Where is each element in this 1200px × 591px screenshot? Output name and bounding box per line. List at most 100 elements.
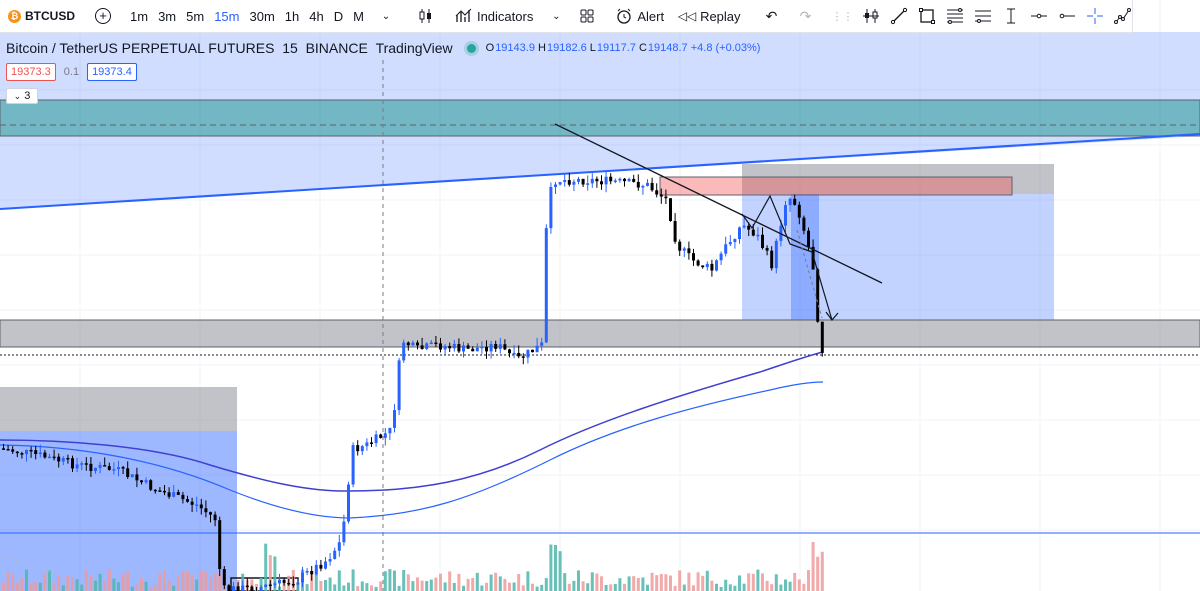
candle-body-35 (163, 490, 166, 493)
fib-icon[interactable] (944, 5, 966, 27)
path-icon[interactable] (1112, 5, 1134, 27)
candle-body-11 (52, 456, 56, 459)
timeframe-M[interactable]: M (348, 0, 369, 32)
resistance-zone-green[interactable] (0, 99, 1200, 137)
candle-body-138 (636, 181, 640, 188)
timeframe-dropdown[interactable]: ⌄ (369, 0, 403, 32)
position-target-zone[interactable] (742, 194, 1054, 320)
support-zone-gray[interactable] (0, 319, 1200, 348)
price-range-icon[interactable] (1000, 5, 1022, 27)
indicators-icon (455, 8, 472, 22)
undo-button[interactable]: ↶ (755, 0, 789, 32)
candle-body-27 (126, 468, 130, 478)
candle-body-126 (581, 178, 585, 185)
candle-body-107 (494, 343, 498, 349)
timeframe-1h[interactable]: 1h (280, 0, 304, 32)
candle-body-118 (544, 228, 548, 343)
demand-zone-gray[interactable] (0, 387, 237, 431)
horizontal-ray-icon[interactable] (1028, 5, 1050, 27)
candle-body-116 (535, 345, 539, 353)
candle-body-5 (25, 449, 28, 455)
replay-button[interactable]: ◁◁ Replay (670, 0, 746, 32)
indicators-toggle[interactable]: ⌄ 3 (6, 88, 38, 104)
candle-body-60 (278, 579, 281, 584)
volume-bar-129 (595, 573, 599, 591)
volume-bar-163 (751, 573, 755, 591)
price-chart[interactable] (0, 0, 1200, 591)
chart-type-button[interactable] (411, 0, 441, 32)
candle-body-66 (305, 570, 309, 573)
pitchfork-icon[interactable] (972, 5, 994, 27)
position-entry-highlight[interactable] (791, 194, 819, 320)
volume-bar-140 (646, 584, 649, 591)
candle-body-16 (75, 464, 79, 469)
candle-body-39 (181, 494, 185, 500)
buy-button[interactable]: 19373.4 (87, 63, 137, 81)
volume-bar-82 (379, 581, 383, 591)
trend-line-icon[interactable] (888, 5, 910, 27)
volume-bar-47 (218, 574, 222, 591)
candle-body-171 (788, 198, 792, 206)
candle-body-149 (687, 248, 691, 254)
timeframe-5m[interactable]: 5m (181, 0, 209, 32)
redo-icon: ↷ (799, 7, 812, 24)
timeframe-3m[interactable]: 3m (153, 0, 181, 32)
candle-body-37 (172, 492, 176, 497)
market-status-dot[interactable] (466, 43, 476, 53)
rectangle-icon[interactable] (916, 5, 938, 27)
candle-body-158 (728, 242, 732, 245)
candle-body-23 (107, 466, 111, 470)
candle-body-90 (416, 342, 419, 346)
candle-body-9 (43, 452, 47, 458)
volume-bar-75 (347, 582, 350, 591)
candle-body-125 (577, 178, 580, 182)
candle-body-151 (696, 260, 700, 266)
long-position-icon[interactable] (860, 5, 882, 27)
candle-body-50 (232, 586, 235, 591)
candle-body-166 (765, 247, 769, 251)
candle-body-62 (287, 582, 291, 585)
grip-icon[interactable]: ⋮⋮ (832, 5, 854, 27)
volume-bar-162 (747, 573, 751, 591)
indicators-button[interactable]: Indicators (449, 0, 539, 32)
volume-bar-152 (701, 575, 705, 591)
candle-body-26 (121, 467, 125, 469)
volume-bar-169 (779, 584, 783, 591)
instrument-title[interactable]: Bitcoin / TetherUS PERPETUAL FUTURES 15 … (0, 40, 453, 56)
volume-bar-126 (581, 581, 585, 591)
candle-body-135 (623, 178, 626, 182)
layout-button[interactable] (573, 0, 601, 32)
candle-body-13 (61, 457, 65, 462)
timeframe-15m[interactable]: 15m (209, 0, 244, 32)
red-supply-box[interactable] (659, 176, 1013, 196)
candle-body-92 (425, 343, 429, 349)
volume-bar-86 (397, 585, 401, 591)
timeframe-D[interactable]: D (329, 0, 348, 32)
volume-bar-31 (144, 581, 148, 591)
crosshair-icon[interactable] (1084, 5, 1106, 27)
volume-bar-99 (457, 573, 461, 591)
volume-bar-174 (802, 583, 806, 591)
candle-body-117 (540, 342, 544, 346)
volume-bar-101 (466, 578, 470, 591)
alert-button[interactable]: Alert (609, 0, 670, 32)
volume-bar-175 (807, 570, 810, 591)
redo-button[interactable]: ↷ (789, 0, 823, 32)
horizontal-line-icon[interactable] (1056, 5, 1078, 27)
compare-button[interactable]: + (89, 0, 117, 32)
candle-body-146 (673, 220, 677, 242)
candle-body-98 (452, 343, 456, 349)
volume-bar-21 (98, 573, 102, 591)
timeframe-4h[interactable]: 4h (304, 0, 328, 32)
volume-bar-106 (489, 574, 493, 591)
symbol-search[interactable]: ₿ BTCUSD (0, 0, 81, 32)
timeframe-30m[interactable]: 30m (244, 0, 279, 32)
timeframe-1m[interactable]: 1m (125, 0, 153, 32)
templates-dropdown[interactable]: ⌄ (539, 0, 573, 32)
candle-body-131 (604, 176, 608, 185)
chevron-down-icon: ⌄ (13, 90, 22, 101)
sell-button[interactable]: 19373.3 (6, 63, 56, 81)
volume-bar-3 (15, 582, 19, 591)
volume-bar-28 (130, 586, 134, 591)
candle-body-1 (6, 449, 10, 451)
